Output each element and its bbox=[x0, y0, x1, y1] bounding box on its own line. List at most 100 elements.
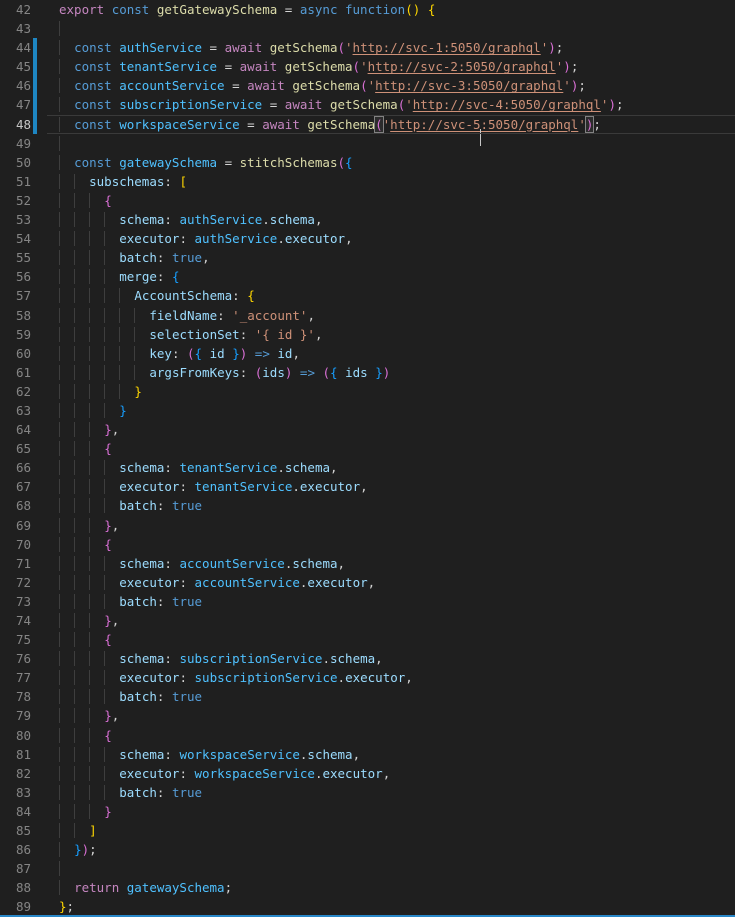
code-token: ( bbox=[353, 59, 361, 74]
code-line[interactable]: 59 selectionSet: '{ id }', bbox=[0, 325, 735, 344]
indent-guide bbox=[89, 384, 104, 399]
code-line[interactable]: 58 fieldName: '_account', bbox=[0, 306, 735, 325]
code-token: , bbox=[383, 766, 391, 781]
code-token: true bbox=[172, 785, 202, 800]
line-number: 68 bbox=[0, 496, 31, 515]
code-line[interactable]: 63 } bbox=[0, 401, 735, 420]
code-line[interactable]: 67 executor: tenantService.executor, bbox=[0, 477, 735, 496]
code-token: subscriptionService bbox=[195, 670, 338, 685]
code-line[interactable]: 56 merge: { bbox=[0, 267, 735, 286]
code-token: const bbox=[74, 40, 119, 55]
code-token: executor bbox=[119, 479, 179, 494]
indent-guide bbox=[104, 346, 119, 361]
code-line[interactable]: 51 subschemas: [ bbox=[0, 172, 735, 191]
line-number: 55 bbox=[0, 248, 31, 267]
url-link[interactable]: http://svc-5 bbox=[390, 117, 480, 132]
code-line[interactable]: 44 const authService = await getSchema('… bbox=[0, 38, 735, 57]
code-token: , bbox=[307, 308, 315, 323]
code-line[interactable]: 64 }, bbox=[0, 420, 735, 439]
code-token: : bbox=[240, 365, 255, 380]
code-token: '_account' bbox=[232, 308, 307, 323]
indent-guide bbox=[74, 632, 89, 647]
code-line[interactable]: 66 schema: tenantService.schema, bbox=[0, 458, 735, 477]
code-text: { bbox=[0, 726, 735, 745]
indent-guide bbox=[59, 804, 74, 819]
code-line[interactable]: 42export const getGatewaySchema = async … bbox=[0, 0, 735, 19]
code-line[interactable]: 75 { bbox=[0, 630, 735, 649]
code-line[interactable]: 84 } bbox=[0, 802, 735, 821]
code-line[interactable]: 62 } bbox=[0, 382, 735, 401]
indent-guide bbox=[89, 441, 104, 456]
indent-guide bbox=[59, 21, 74, 36]
line-number: 44 bbox=[0, 38, 31, 57]
url-link[interactable]: http://svc-4:5050/graphql bbox=[413, 97, 601, 112]
url-link[interactable]: http://svc-3:5050/graphql bbox=[375, 78, 563, 93]
indent-guide bbox=[59, 403, 74, 418]
indent-guide bbox=[89, 785, 104, 800]
code-line[interactable]: 60 key: ({ id }) => id, bbox=[0, 344, 735, 363]
code-line[interactable]: 45 const tenantService = await getSchema… bbox=[0, 57, 735, 76]
code-line[interactable]: 55 batch: true, bbox=[0, 248, 735, 267]
code-line[interactable]: 43 bbox=[0, 19, 735, 38]
url-link[interactable]: http://svc-1:5050/graphql bbox=[353, 40, 541, 55]
code-line[interactable]: 78 batch: true bbox=[0, 687, 735, 706]
indent-guide bbox=[74, 422, 89, 437]
code-line[interactable]: 54 executor: authService.executor, bbox=[0, 229, 735, 248]
code-line[interactable]: 68 batch: true bbox=[0, 496, 735, 515]
code-line[interactable]: 69 }, bbox=[0, 516, 735, 535]
code-line[interactable]: 74 }, bbox=[0, 611, 735, 630]
code-line[interactable]: 49 bbox=[0, 134, 735, 153]
code-line[interactable]: 72 executor: accountService.executor, bbox=[0, 573, 735, 592]
code-line[interactable]: 77 executor: subscriptionService.executo… bbox=[0, 668, 735, 687]
code-line[interactable]: 71 schema: accountService.schema, bbox=[0, 554, 735, 573]
code-line[interactable]: 81 schema: workspaceService.schema, bbox=[0, 745, 735, 764]
code-line[interactable]: 82 executor: workspaceService.executor, bbox=[0, 764, 735, 783]
indent-guide bbox=[89, 804, 104, 819]
url-link[interactable]: :5050/graphql bbox=[480, 117, 578, 132]
url-link[interactable]: http://svc-2:5050/graphql bbox=[368, 59, 556, 74]
code-line[interactable]: 52 { bbox=[0, 191, 735, 210]
code-line[interactable]: 70 { bbox=[0, 535, 735, 554]
code-line[interactable]: 65 { bbox=[0, 439, 735, 458]
code-line[interactable]: 89}; bbox=[0, 897, 735, 916]
code-line[interactable]: 86 }); bbox=[0, 840, 735, 859]
code-token: : bbox=[157, 250, 172, 265]
code-token: executor bbox=[322, 766, 382, 781]
code-text: merge: { bbox=[0, 267, 735, 286]
line-number: 87 bbox=[0, 859, 31, 878]
code-line[interactable]: 57 AccountSchema: { bbox=[0, 286, 735, 305]
code-editor[interactable]: 42export const getGatewaySchema = async … bbox=[0, 0, 735, 917]
line-number: 52 bbox=[0, 191, 31, 210]
indent-guide bbox=[74, 518, 89, 533]
code-line[interactable]: 73 batch: true bbox=[0, 592, 735, 611]
indent-guide bbox=[59, 384, 74, 399]
code-line[interactable]: 87 bbox=[0, 859, 735, 878]
code-line[interactable]: 80 { bbox=[0, 726, 735, 745]
code-token: fieldName bbox=[149, 308, 217, 323]
indent-guide bbox=[59, 136, 74, 151]
code-line[interactable]: 53 schema: authService.schema, bbox=[0, 210, 735, 229]
code-line[interactable]: 85 ] bbox=[0, 821, 735, 840]
code-line[interactable]: 47 const subscriptionService = await get… bbox=[0, 95, 735, 114]
code-line[interactable]: 50 const gatewaySchema = stitchSchemas({ bbox=[0, 153, 735, 172]
code-line[interactable]: 83 batch: true bbox=[0, 783, 735, 802]
code-text: batch: true, bbox=[0, 248, 735, 267]
code-line[interactable]: 48 const workspaceService = await getSch… bbox=[0, 115, 735, 134]
indent-guide bbox=[104, 460, 119, 475]
indent-guide bbox=[89, 594, 104, 609]
code-token: : bbox=[164, 212, 179, 227]
code-token: executor bbox=[285, 231, 345, 246]
code-line[interactable]: 46 const accountService = await getSchem… bbox=[0, 76, 735, 95]
code-line[interactable]: 76 schema: subscriptionService.schema, bbox=[0, 649, 735, 668]
line-number: 79 bbox=[0, 706, 31, 725]
code-line[interactable]: 88 return gatewaySchema; bbox=[0, 878, 735, 897]
code-line[interactable]: 79 }, bbox=[0, 706, 735, 725]
line-number: 57 bbox=[0, 286, 31, 305]
code-text: const workspaceService = await getSchema… bbox=[0, 115, 735, 134]
code-token: { bbox=[330, 365, 338, 380]
code-line[interactable]: 61 argsFromKeys: (ids) => ({ ids }) bbox=[0, 363, 735, 382]
code-token: , bbox=[112, 708, 120, 723]
line-number: 64 bbox=[0, 420, 31, 439]
code-text: }); bbox=[0, 840, 735, 859]
code-token: . bbox=[262, 212, 270, 227]
